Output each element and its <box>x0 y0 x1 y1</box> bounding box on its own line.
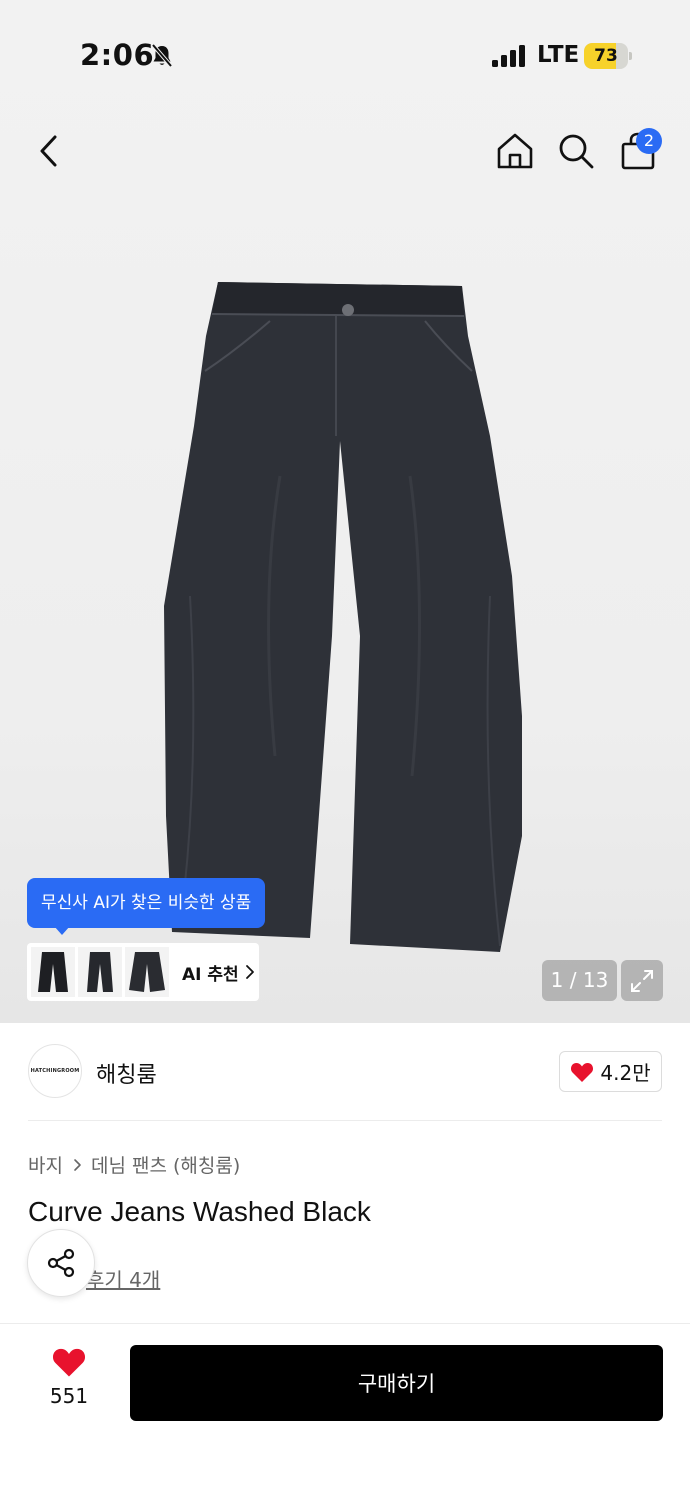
brand-logo[interactable]: HATCHINGROOM <box>28 1044 82 1098</box>
product-image-gallery[interactable]: 2:06 LTE 73 2 무신사 AI가 찾은 비슷한 상품 AI 추천 1 … <box>0 0 690 1023</box>
network-label: LTE <box>537 42 580 68</box>
ai-thumbnail-2[interactable] <box>78 947 122 997</box>
chevron-right-icon <box>74 1158 81 1171</box>
battery-icon: 73 <box>584 43 632 69</box>
review-link[interactable]: 후기 4개 <box>86 1264 160 1293</box>
divider <box>0 1323 690 1324</box>
jeans-thumbnail-icon <box>87 952 113 992</box>
divider <box>28 1120 662 1121</box>
product-title: Curve Jeans Washed Black <box>28 1196 371 1227</box>
breadcrumb-category[interactable]: 바지 <box>28 1151 63 1178</box>
expand-image-button[interactable] <box>621 960 663 1001</box>
breadcrumb-subcategory[interactable]: 데님 팬츠 (해칭룸) <box>91 1151 240 1178</box>
signal-icon <box>492 45 525 67</box>
heart-icon <box>52 1348 86 1377</box>
back-button[interactable] <box>24 126 74 176</box>
home-icon <box>497 133 533 169</box>
search-button[interactable] <box>551 126 601 176</box>
search-icon <box>559 134 594 169</box>
product-photo-jeans[interactable] <box>160 276 530 966</box>
battery-level: 73 <box>594 46 618 66</box>
wishlist-button[interactable]: 551 <box>28 1346 110 1422</box>
heart-icon <box>571 1062 594 1082</box>
brand-name[interactable]: 해칭룸 <box>96 1057 157 1089</box>
ai-similar-tooltip: 무신사 AI가 찾은 비슷한 상품 <box>27 878 266 928</box>
breadcrumb: 바지 데님 팬츠 (해칭룸) <box>28 1151 240 1178</box>
ai-recommend-label: AI 추천 <box>182 964 239 985</box>
brand-logo-text: HATCHINGROOM <box>30 1068 80 1074</box>
jeans-thumbnail-icon <box>38 952 68 992</box>
brand-like-button[interactable]: 4.2만 <box>559 1051 662 1092</box>
cart-count-badge: 2 <box>636 128 662 154</box>
buy-button[interactable]: 구매하기 <box>130 1345 663 1421</box>
share-icon <box>47 1248 75 1278</box>
ai-thumbnail-3[interactable] <box>125 947 169 997</box>
home-button[interactable] <box>490 126 540 176</box>
ai-tooltip-tail <box>54 926 70 935</box>
image-page-indicator: 1 / 13 <box>542 960 617 1001</box>
jeans-thumbnail-icon <box>129 952 165 992</box>
bell-slash-icon <box>151 43 173 68</box>
ai-thumbnail-1[interactable] <box>31 947 75 997</box>
brand-like-count: 4.2만 <box>600 1061 651 1085</box>
status-time: 2:06 <box>80 38 155 72</box>
expand-icon <box>631 969 653 992</box>
chevron-right-icon <box>245 965 254 979</box>
share-button[interactable] <box>27 1229 95 1297</box>
back-chevron-icon <box>40 135 57 167</box>
ai-recommend-button[interactable]: AI 추천 <box>27 943 259 1001</box>
wishlist-count: 551 <box>49 1384 89 1408</box>
